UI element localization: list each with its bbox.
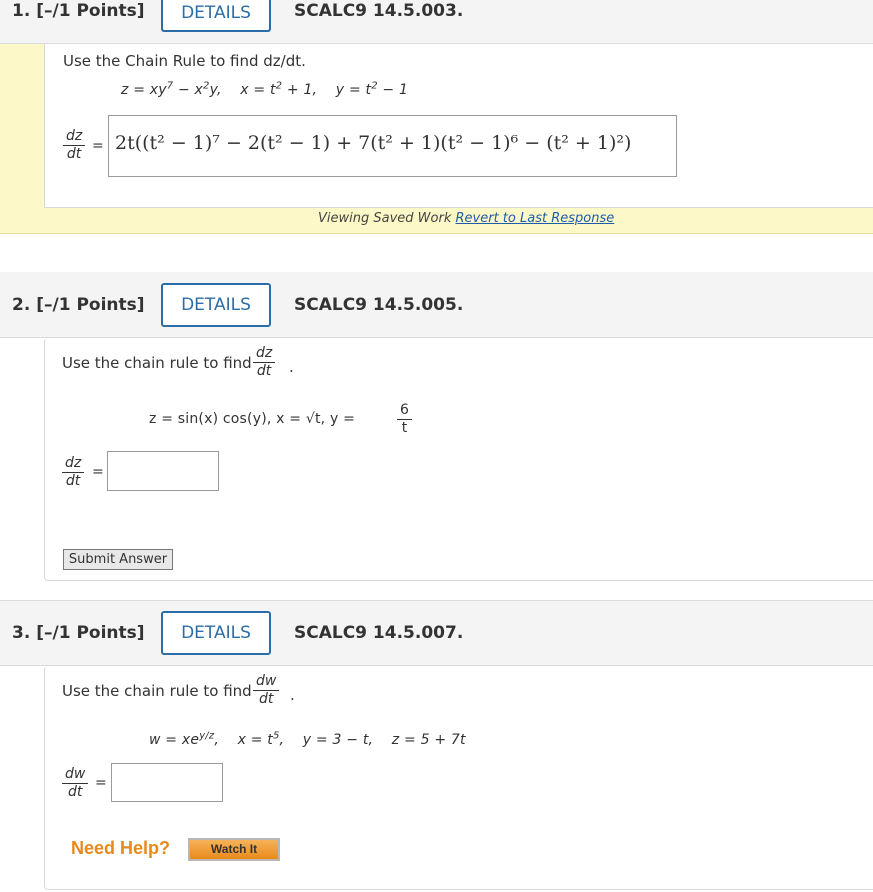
dz-dt-label: dz dt bbox=[63, 128, 86, 163]
question-code: SCALC9 14.5.005. bbox=[294, 295, 464, 315]
details-button[interactable]: DETAILS bbox=[161, 283, 271, 327]
prompt-period: . bbox=[289, 358, 294, 376]
submit-answer-button[interactable]: Submit Answer bbox=[63, 549, 173, 570]
question-prompt: Use the Chain Rule to find dz/dt. bbox=[63, 52, 306, 70]
prompt-period: . bbox=[290, 686, 295, 704]
given-equations: z = sin(x) cos(y), x = √t, y = bbox=[149, 411, 356, 427]
dz-dt-label: dz dt bbox=[62, 455, 85, 490]
question-1-body: Use the Chain Rule to find dz/dt. z = xy… bbox=[44, 44, 873, 208]
y-fraction: 6 t bbox=[397, 402, 412, 437]
question-2-header: 2. [–/1 Points] DETAILS SCALC9 14.5.005. bbox=[0, 272, 873, 338]
question-prompt: Use the chain rule to find bbox=[62, 354, 252, 372]
prompt-derivative: dw dt bbox=[253, 673, 280, 708]
question-code: SCALC9 14.5.003. bbox=[294, 1, 464, 21]
question-2-points: 2. [–/1 Points] bbox=[12, 295, 145, 315]
dw-dt-label: dw dt bbox=[62, 766, 89, 801]
question-1-points: 1. [–/1 Points] bbox=[12, 1, 145, 21]
answer-expression: 2t((t² − 1)⁷ − 2(t² − 1) + 7(t² + 1)(t² … bbox=[115, 132, 632, 154]
answer-input[interactable] bbox=[111, 763, 223, 802]
need-help-label: Need Help? bbox=[71, 838, 171, 858]
equals-sign: = bbox=[95, 775, 107, 791]
equals-sign: = bbox=[92, 464, 104, 480]
prompt-derivative: dz dt bbox=[253, 345, 276, 380]
question-3-header: 3. [–/1 Points] DETAILS SCALC9 14.5.007. bbox=[0, 600, 873, 666]
question-3-points: 3. [–/1 Points] bbox=[12, 623, 145, 643]
answer-input[interactable] bbox=[107, 451, 219, 491]
given-equations: z = xy7 − x2y, x = t2 + 1, y = t2 − 1 bbox=[121, 80, 409, 98]
question-prompt: Use the chain rule to find bbox=[62, 682, 252, 700]
question-2-body: Use the chain rule to find dz dt . z = s… bbox=[44, 338, 873, 581]
saved-work-note: Viewing Saved Work Revert to Last Respon… bbox=[318, 211, 615, 226]
details-button[interactable]: DETAILS bbox=[161, 0, 271, 32]
watch-it-button[interactable]: Watch It bbox=[188, 838, 280, 861]
equals-sign: = bbox=[92, 138, 104, 154]
question-code: SCALC9 14.5.007. bbox=[294, 623, 464, 643]
question-1-header: 1. [–/1 Points] DETAILS SCALC9 14.5.003. bbox=[0, 0, 873, 44]
answer-field[interactable]: 2t((t² − 1)⁷ − 2(t² − 1) + 7(t² + 1)(t² … bbox=[108, 115, 677, 177]
details-button[interactable]: DETAILS bbox=[161, 611, 271, 655]
revert-link[interactable]: Revert to Last Response bbox=[456, 211, 615, 226]
given-equations: w = xey/z, x = t5, y = 3 − t, z = 5 + 7t bbox=[149, 730, 466, 748]
question-3-body: Use the chain rule to find dw dt . w = x… bbox=[44, 666, 873, 890]
